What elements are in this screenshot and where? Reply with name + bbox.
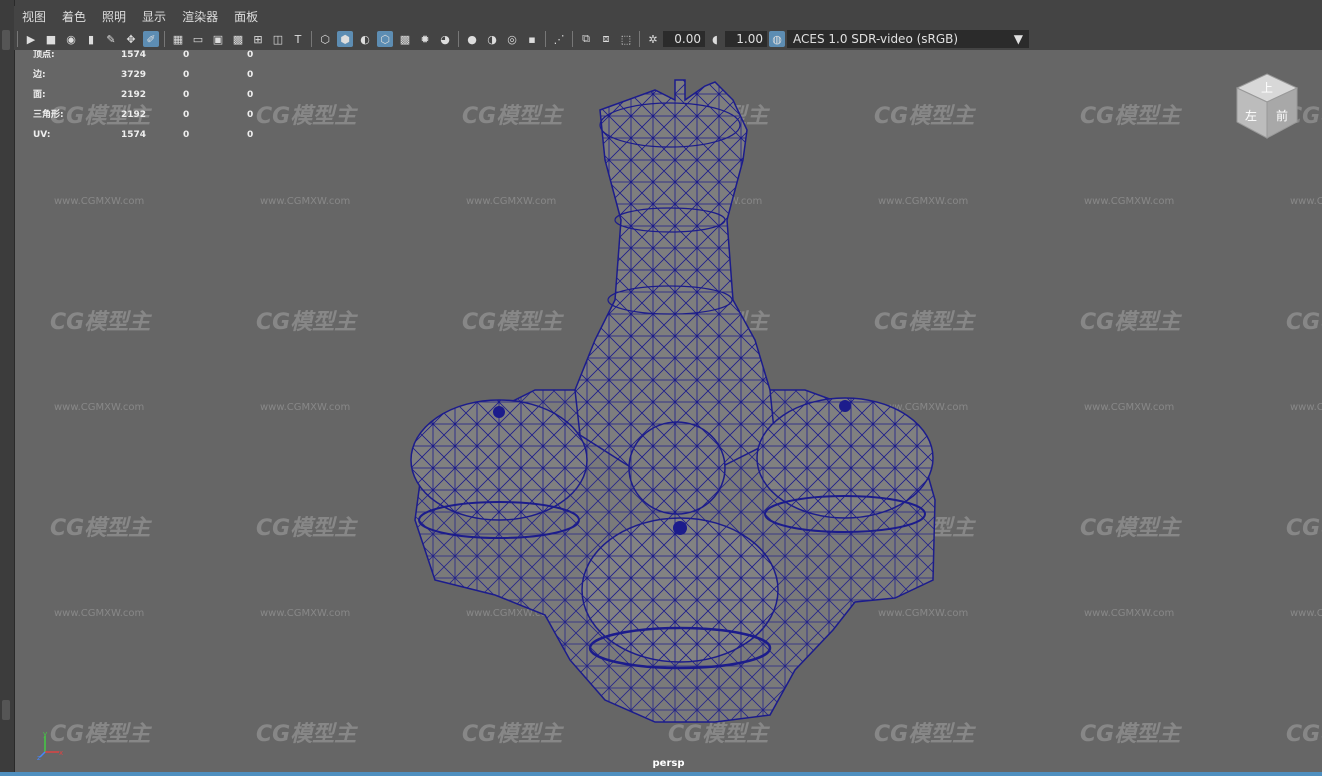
hud-row-uvs: UV: 1574 0 0 — [33, 130, 311, 150]
menu-shading[interactable]: 着色 — [54, 6, 94, 28]
bookmark-icon[interactable]: ◉ — [63, 31, 79, 47]
viewcube-front-label: 前 — [1276, 108, 1288, 123]
hud-value: 0 — [183, 70, 190, 80]
safe-title-icon[interactable]: T — [290, 31, 306, 47]
hud-label: 面: — [33, 90, 46, 100]
hud-value: 2192 — [121, 110, 147, 120]
safe-action-icon[interactable]: ◫ — [270, 31, 286, 47]
hud-value: 0 — [247, 130, 254, 140]
textured-icon[interactable]: ▩ — [397, 31, 413, 47]
hud-row-faces: 面: 2192 0 0 — [33, 90, 311, 110]
panel-handle[interactable] — [2, 30, 10, 50]
shadows-icon[interactable]: ◕ — [437, 31, 453, 47]
hud-value: 2192 — [121, 90, 147, 100]
isolate-select-icon[interactable]: ⋰ — [551, 31, 567, 47]
hud-row-edges: 边: 3729 0 0 — [33, 70, 311, 90]
image-plane-icon[interactable]: ▮ — [83, 31, 99, 47]
hud-value: 0 — [183, 50, 190, 60]
depth-of-field-icon[interactable]: ▪ — [524, 31, 540, 47]
color-space-select[interactable]: ACES 1.0 SDR-video (sRGB) ▼ — [787, 30, 1029, 48]
resolution-gate-icon[interactable]: ▣ — [210, 31, 226, 47]
axis-gizmo: y x z — [37, 730, 63, 760]
hud-value: 0 — [247, 110, 254, 120]
grid-icon[interactable]: ▦ — [170, 31, 186, 47]
gamma-icon[interactable]: ◖ — [707, 31, 723, 47]
hud-label: 边: — [33, 70, 46, 80]
viewport-menubar: 视图 着色 照明 显示 渲染器 面板 — [14, 6, 1322, 28]
xray-icon[interactable]: ⧉ — [578, 31, 594, 47]
default-material-icon[interactable]: ◐ — [357, 31, 373, 47]
camera-select-icon[interactable]: ▶ — [23, 31, 39, 47]
viewport-toolbar: ▶ ■ ◉ ▮ ✎ ✥ ✐ ▦ ▭ ▣ ▩ ⊞ ◫ T ⬡ ⬢ ◐ ⬡ ▩ ✹ … — [14, 28, 1322, 50]
hud-value: 1574 — [121, 130, 147, 140]
hud-row-triangles: 三角形: 2192 0 0 — [33, 110, 311, 130]
hud-value: 3729 — [121, 70, 147, 80]
color-space-value: ACES 1.0 SDR-video (sRGB) — [793, 32, 959, 46]
poly-count-hud: 顶点: 1574 0 0 边: 3729 0 0 面: 2192 0 0 三角形… — [33, 50, 311, 150]
hud-value: 0 — [183, 90, 190, 100]
hud-value: 1574 — [121, 50, 147, 60]
axis-x-label: x — [59, 749, 63, 757]
menu-lighting[interactable]: 照明 — [94, 6, 134, 28]
viewcube-left-label: 左 — [1245, 108, 1257, 123]
screen-space-ao-icon[interactable]: ● — [464, 31, 480, 47]
grease-pencil-icon[interactable]: ✎ — [103, 31, 119, 47]
hud-row-vertices: 顶点: 1574 0 0 — [33, 50, 311, 70]
hud-value: 0 — [247, 50, 254, 60]
viewcube-top-label: 上 — [1261, 81, 1273, 95]
menu-panels[interactable]: 面板 — [226, 6, 266, 28]
camera-attributes-icon[interactable]: ■ — [43, 31, 59, 47]
multisample-aa-icon[interactable]: ◎ — [504, 31, 520, 47]
wireframe-icon[interactable]: ⬡ — [317, 31, 333, 47]
hud-label: 顶点: — [33, 50, 55, 60]
view-cube[interactable]: 上 左 前 — [1235, 72, 1299, 140]
exposure-icon[interactable]: ✲ — [645, 31, 661, 47]
menu-show[interactable]: 显示 — [134, 6, 174, 28]
chevron-down-icon: ▼ — [1013, 32, 1023, 46]
grease-pencil-active-icon[interactable]: ✐ — [143, 31, 159, 47]
wireframe-model — [410, 79, 936, 723]
color-management-icon[interactable]: ◍ — [769, 31, 785, 47]
axis-y-label: y — [43, 730, 47, 738]
hud-value: 0 — [183, 130, 190, 140]
gamma-field[interactable]: 1.00 — [725, 31, 767, 47]
hud-label: UV: — [33, 130, 51, 140]
hud-value: 0 — [183, 110, 190, 120]
hud-value: 0 — [247, 90, 254, 100]
2d-pan-zoom-icon[interactable]: ✥ — [123, 31, 139, 47]
wireframe-on-shaded-icon[interactable]: ⬡ — [377, 31, 393, 47]
hud-value: 0 — [247, 70, 254, 80]
hud-label: 三角形: — [33, 110, 64, 120]
film-gate-icon[interactable]: ▭ — [190, 31, 206, 47]
active-panel-indicator — [0, 772, 1322, 776]
menu-view[interactable]: 视图 — [14, 6, 54, 28]
xray-joints-icon[interactable]: ⬚ — [618, 31, 634, 47]
xray-active-components-icon[interactable]: ⧈ — [598, 31, 614, 47]
gate-mask-icon[interactable]: ▩ — [230, 31, 246, 47]
exposure-field[interactable]: 0.00 — [663, 31, 705, 47]
menu-renderer[interactable]: 渲染器 — [174, 6, 226, 28]
left-edge-panel — [0, 0, 15, 776]
motion-blur-icon[interactable]: ◑ — [484, 31, 500, 47]
3d-viewport[interactable]: CG模型主CG模型主CG模型主CG模型主CG模型主CG模型主CG模型主CG模型主… — [15, 50, 1322, 772]
camera-name-label: persp — [652, 758, 685, 769]
smooth-shade-icon[interactable]: ⬢ — [337, 31, 353, 47]
use-all-lights-icon[interactable]: ✹ — [417, 31, 433, 47]
field-chart-icon[interactable]: ⊞ — [250, 31, 266, 47]
panel-handle[interactable] — [2, 700, 10, 720]
